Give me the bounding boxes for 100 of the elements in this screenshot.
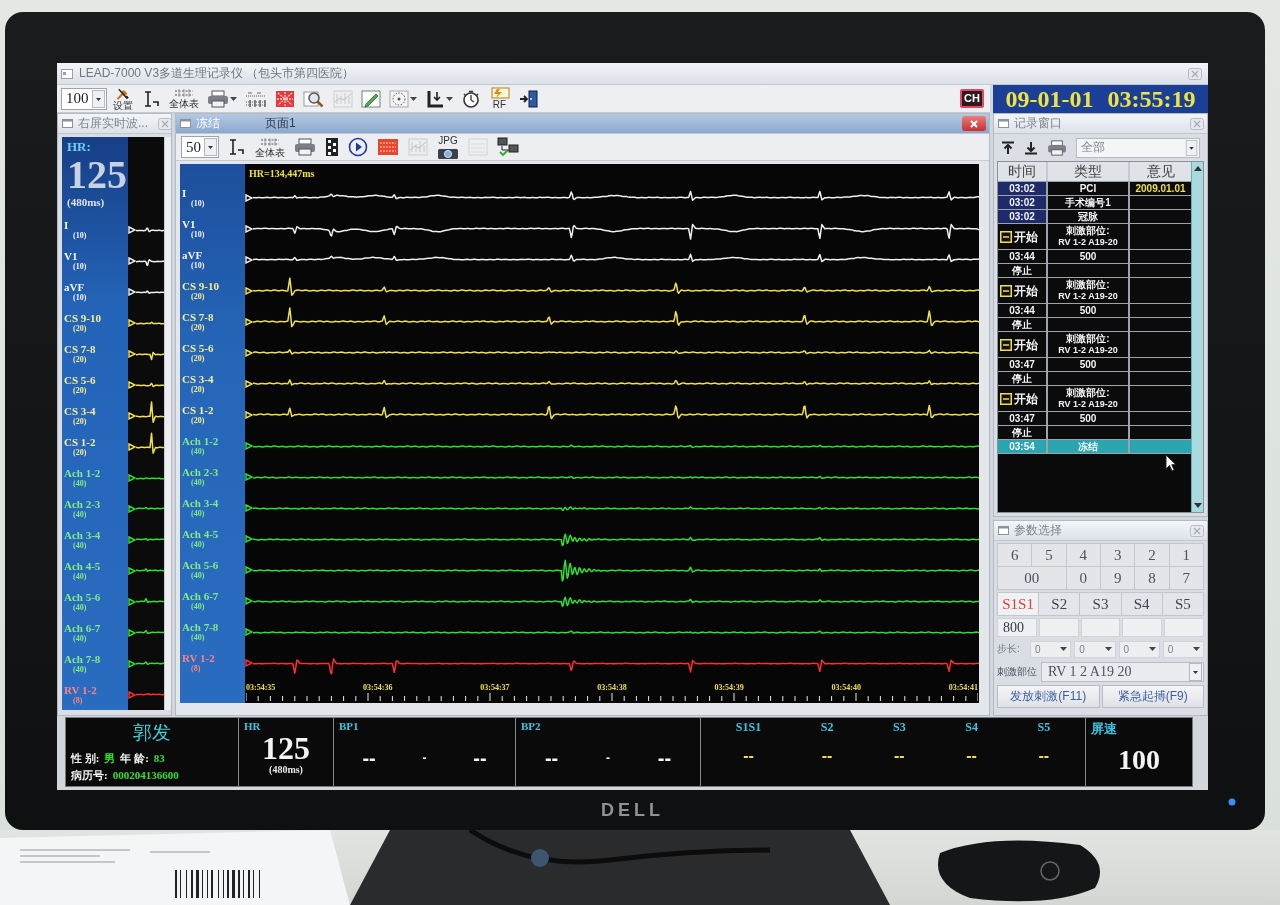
table-cell: 03:54: [998, 440, 1046, 453]
ch-button[interactable]: CH: [960, 89, 984, 108]
print-button[interactable]: [1047, 139, 1067, 156]
table-row[interactable]: 开始 刺激部位: RV 1-2 A19-20: [998, 332, 1191, 357]
rf-button[interactable]: RF: [486, 85, 513, 112]
interval-field[interactable]: 800: [997, 618, 1037, 637]
channel-gain: (20): [72, 418, 88, 427]
channel-marker-icon: [128, 473, 136, 482]
mode-tab[interactable]: S5: [1162, 593, 1203, 615]
table-button[interactable]: 全体表: [166, 85, 201, 112]
table-row[interactable]: 03:02 PCI 2009.01.01: [998, 182, 1191, 195]
move-down-button[interactable]: [1024, 140, 1038, 155]
snowflake-pattern-icon: [274, 89, 295, 108]
settings-button[interactable]: 设置: [110, 85, 135, 112]
pencil-icon: [360, 89, 381, 108]
channel-marker-icon: [245, 659, 253, 668]
mode-tab[interactable]: S2: [1039, 593, 1080, 615]
channel-name: Ach 1-2: [64, 467, 102, 479]
channel-gain: (40): [72, 634, 88, 643]
channel-gain: (10): [72, 294, 88, 303]
interval-field[interactable]: [1122, 618, 1163, 637]
keypad-key[interactable]: 6: [998, 544, 1032, 566]
speed-dropdown[interactable]: 100: [61, 87, 107, 110]
table-cell: [1130, 412, 1191, 425]
keypad-key[interactable]: 00: [998, 567, 1066, 589]
table-row[interactable]: 停止: [998, 318, 1191, 331]
channel-gain: (40): [72, 572, 88, 581]
dashed-lines-icon: [173, 88, 194, 98]
page-tab[interactable]: 页面1: [265, 115, 296, 132]
table-cell: [1130, 264, 1191, 277]
keypad-key[interactable]: 2: [1135, 544, 1169, 566]
table-row[interactable]: 03:44 500: [998, 304, 1191, 317]
channel-name: Ach 7-8: [64, 653, 102, 665]
table-cell: 03:47: [998, 412, 1046, 425]
table-row[interactable]: 停止: [998, 426, 1191, 439]
channel-name: CS 1-2: [182, 404, 215, 416]
table-row[interactable]: 开始 刺激部位: RV 1-2 A19-20: [998, 278, 1191, 303]
mode-tab[interactable]: S4: [1121, 593, 1162, 615]
move-up-button[interactable]: [1001, 140, 1015, 155]
collapse-icon[interactable]: [1000, 392, 1012, 405]
table-row[interactable]: 停止: [998, 264, 1191, 277]
keypad-key[interactable]: 9: [1101, 567, 1135, 589]
table-row[interactable]: 03:02 手术编号1: [998, 196, 1191, 209]
event-label: 开始: [1014, 338, 1038, 351]
channel-marker-icon: [245, 348, 253, 357]
table-row[interactable]: 开始 刺激部位: RV 1-2 A19-20: [998, 224, 1191, 249]
table-cell: 冻结: [1048, 440, 1128, 453]
dashed-lines-icon: [260, 136, 280, 147]
table-cell: [1130, 210, 1191, 223]
mode-tab[interactable]: S1S1: [998, 593, 1039, 615]
mode-tab[interactable]: S3: [1080, 593, 1121, 615]
keypad-key[interactable]: 4: [1066, 544, 1100, 566]
keypad-key[interactable]: 0: [1066, 567, 1100, 589]
table-cell: 停止: [998, 426, 1046, 439]
collapse-icon[interactable]: [1000, 338, 1012, 351]
channel-gain: (20): [72, 387, 88, 396]
table-row[interactable]: 停止: [998, 372, 1191, 385]
interval-field[interactable]: [1038, 618, 1079, 637]
table-row[interactable]: 03:02 冠脉: [998, 210, 1191, 223]
channel-gain: (40): [72, 479, 88, 488]
interval-field[interactable]: [1080, 618, 1121, 637]
table-button[interactable]: 全体表: [253, 134, 287, 160]
table-row[interactable]: 03:47 500: [998, 412, 1191, 425]
table-cell: 刺激部位: RV 1-2 A19-20: [1048, 224, 1128, 249]
stimulus-label: S1S1: [735, 720, 762, 735]
collapse-icon[interactable]: [1000, 230, 1012, 243]
pressure-separator: -: [422, 751, 427, 765]
caret-icon: [1148, 647, 1156, 651]
channel-gain: (10): [72, 232, 88, 241]
table-row[interactable]: 开始 刺激部位: RV 1-2 A19-20: [998, 386, 1191, 411]
stimulus-value: --: [966, 747, 977, 765]
interval-field[interactable]: [1164, 618, 1204, 637]
keypad-key[interactable]: 7: [1169, 567, 1203, 589]
close-icon: [969, 119, 979, 128]
close-button[interactable]: [962, 116, 986, 131]
printer-icon: [206, 89, 229, 108]
keypad-key[interactable]: 8: [1135, 567, 1169, 589]
channel-name: Ach 7-8: [182, 622, 220, 634]
stimulus-value: --: [1038, 747, 1050, 765]
snapshot-button[interactable]: JPG: [435, 134, 461, 160]
action-button[interactable]: 发放刺激(F11): [997, 685, 1100, 708]
table-row[interactable]: 03:44 500: [998, 250, 1191, 263]
table-row[interactable]: 03:47 500: [998, 358, 1191, 371]
keypad-key[interactable]: 5: [1032, 544, 1066, 566]
channel-name: CS 3-4: [182, 373, 215, 385]
keypad-key[interactable]: 1: [1169, 544, 1203, 566]
channel-marker-icon: [128, 288, 136, 297]
keypad-key[interactable]: 3: [1101, 544, 1135, 566]
speed-dropdown[interactable]: 50: [181, 136, 219, 158]
two-computers-icon: [497, 137, 519, 157]
pressure-value: --: [544, 746, 559, 770]
site-dropdown[interactable]: RV 1 2 A19 20: [1041, 662, 1204, 682]
channel-gain: (20): [190, 354, 206, 363]
action-button[interactable]: 紧急起搏(F9): [1101, 685, 1204, 708]
caret-icon: [1193, 647, 1200, 651]
collapse-icon[interactable]: [1000, 284, 1012, 297]
column-header: 时间: [998, 162, 1046, 181]
filter-dropdown[interactable]: 全部: [1076, 137, 1200, 158]
table-cell: 500: [1048, 412, 1128, 425]
app-window-icon: [61, 68, 73, 79]
